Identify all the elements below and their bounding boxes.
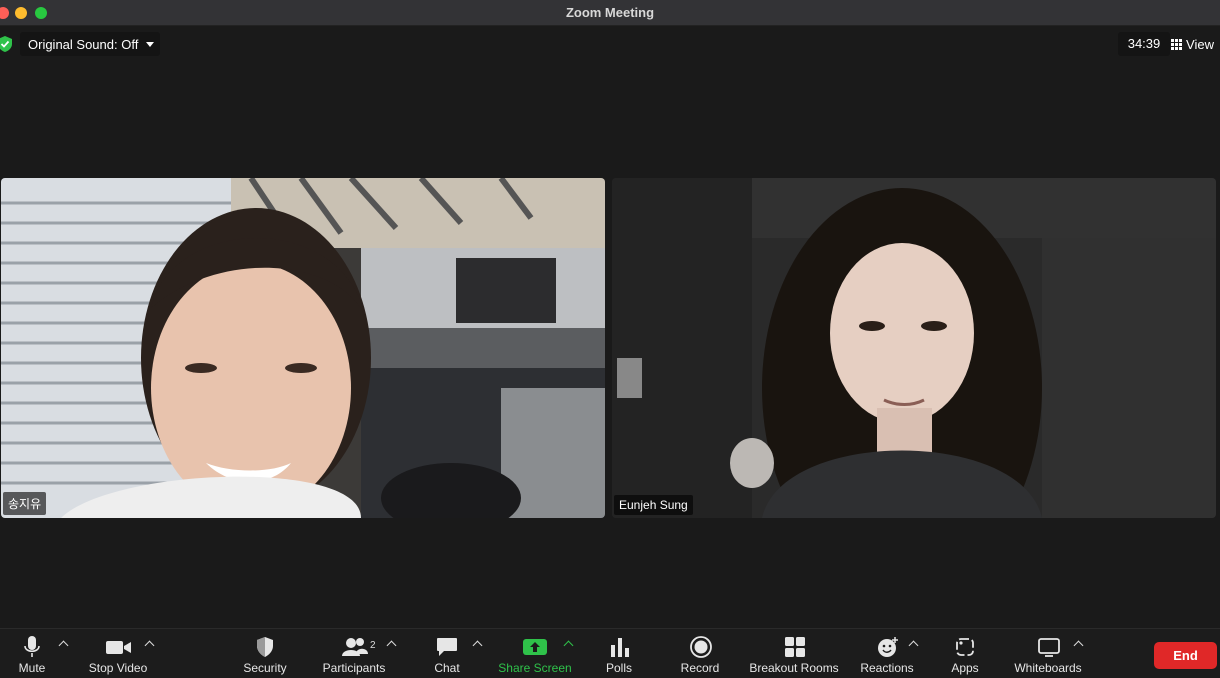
mute-button[interactable]: Mute <box>0 629 80 678</box>
chat-label: Chat <box>434 661 460 675</box>
participant-name-tag: Eunjeh Sung <box>614 495 693 515</box>
participants-count: 2 <box>370 640 376 651</box>
end-meeting-button[interactable]: End <box>1154 642 1217 669</box>
share-screen-label: Share Screen <box>498 661 572 675</box>
bar-chart-icon <box>611 638 629 657</box>
record-label: Record <box>680 661 720 675</box>
original-sound-button[interactable]: Original Sound: Off <box>20 32 160 56</box>
grid-view-icon <box>1171 39 1183 50</box>
chat-button[interactable]: Chat <box>420 629 474 678</box>
meeting-topbar: Original Sound: Off 34:39 View <box>0 27 1220 61</box>
record-button[interactable]: Record <box>676 629 724 678</box>
participants-label: Participants <box>322 661 386 675</box>
window-title: Zoom Meeting <box>565 5 655 20</box>
share-screen-icon <box>523 639 547 655</box>
view-button[interactable]: View <box>1171 37 1214 52</box>
breakout-rooms-button[interactable]: Breakout Rooms <box>748 629 842 678</box>
reactions-button[interactable]: Reactions <box>856 629 918 678</box>
apps-label: Apps <box>951 661 979 675</box>
shield-icon <box>257 637 273 657</box>
whiteboards-button[interactable]: Whiteboards <box>1010 629 1086 678</box>
chat-options-chevron-up-icon[interactable] <box>472 640 483 651</box>
window-titlebar: Zoom Meeting <box>0 0 1220 26</box>
video-camera-icon <box>106 641 131 654</box>
participant-video-feed <box>612 178 1216 518</box>
polls-label: Polls <box>605 661 633 675</box>
record-icon <box>690 636 712 658</box>
meeting-timer: 34:39 <box>1118 32 1170 56</box>
apps-button[interactable]: Apps <box>942 629 988 678</box>
participant-video-tile[interactable]: Eunjeh Sung <box>612 178 1216 518</box>
stop-video-button[interactable]: Stop Video <box>80 629 160 678</box>
whiteboard-icon <box>1038 638 1060 657</box>
apps-icon <box>956 638 974 656</box>
participants-icon <box>342 638 368 656</box>
participant-video-tile[interactable]: 송지유 <box>1 178 605 518</box>
chat-bubble-icon <box>437 638 457 656</box>
encryption-shield-icon[interactable] <box>0 36 12 52</box>
whiteboards-label: Whiteboards <box>1014 661 1082 675</box>
reactions-label: Reactions <box>860 661 914 675</box>
microphone-icon <box>24 636 40 657</box>
participant-name-tag: 송지유 <box>3 492 47 515</box>
breakout-rooms-label: Breakout Rooms <box>749 661 839 675</box>
chevron-down-icon[interactable] <box>146 42 154 47</box>
original-sound-label: Original Sound: Off <box>28 37 139 52</box>
view-label: View <box>1186 37 1214 52</box>
smiley-icon <box>878 637 898 657</box>
polls-button[interactable]: Polls <box>598 629 642 678</box>
meeting-toolbar: Mute Stop Video Security 2 Participants <box>0 628 1220 678</box>
stop-video-label: Stop Video <box>88 661 148 675</box>
security-label: Security <box>243 661 287 675</box>
participants-button[interactable]: 2 Participants <box>318 629 390 678</box>
breakout-rooms-icon <box>785 637 805 657</box>
security-button[interactable]: Security <box>232 629 298 678</box>
share-screen-button[interactable]: Share Screen <box>496 629 576 678</box>
participant-video-feed <box>1 178 605 518</box>
mute-label: Mute <box>18 661 46 675</box>
